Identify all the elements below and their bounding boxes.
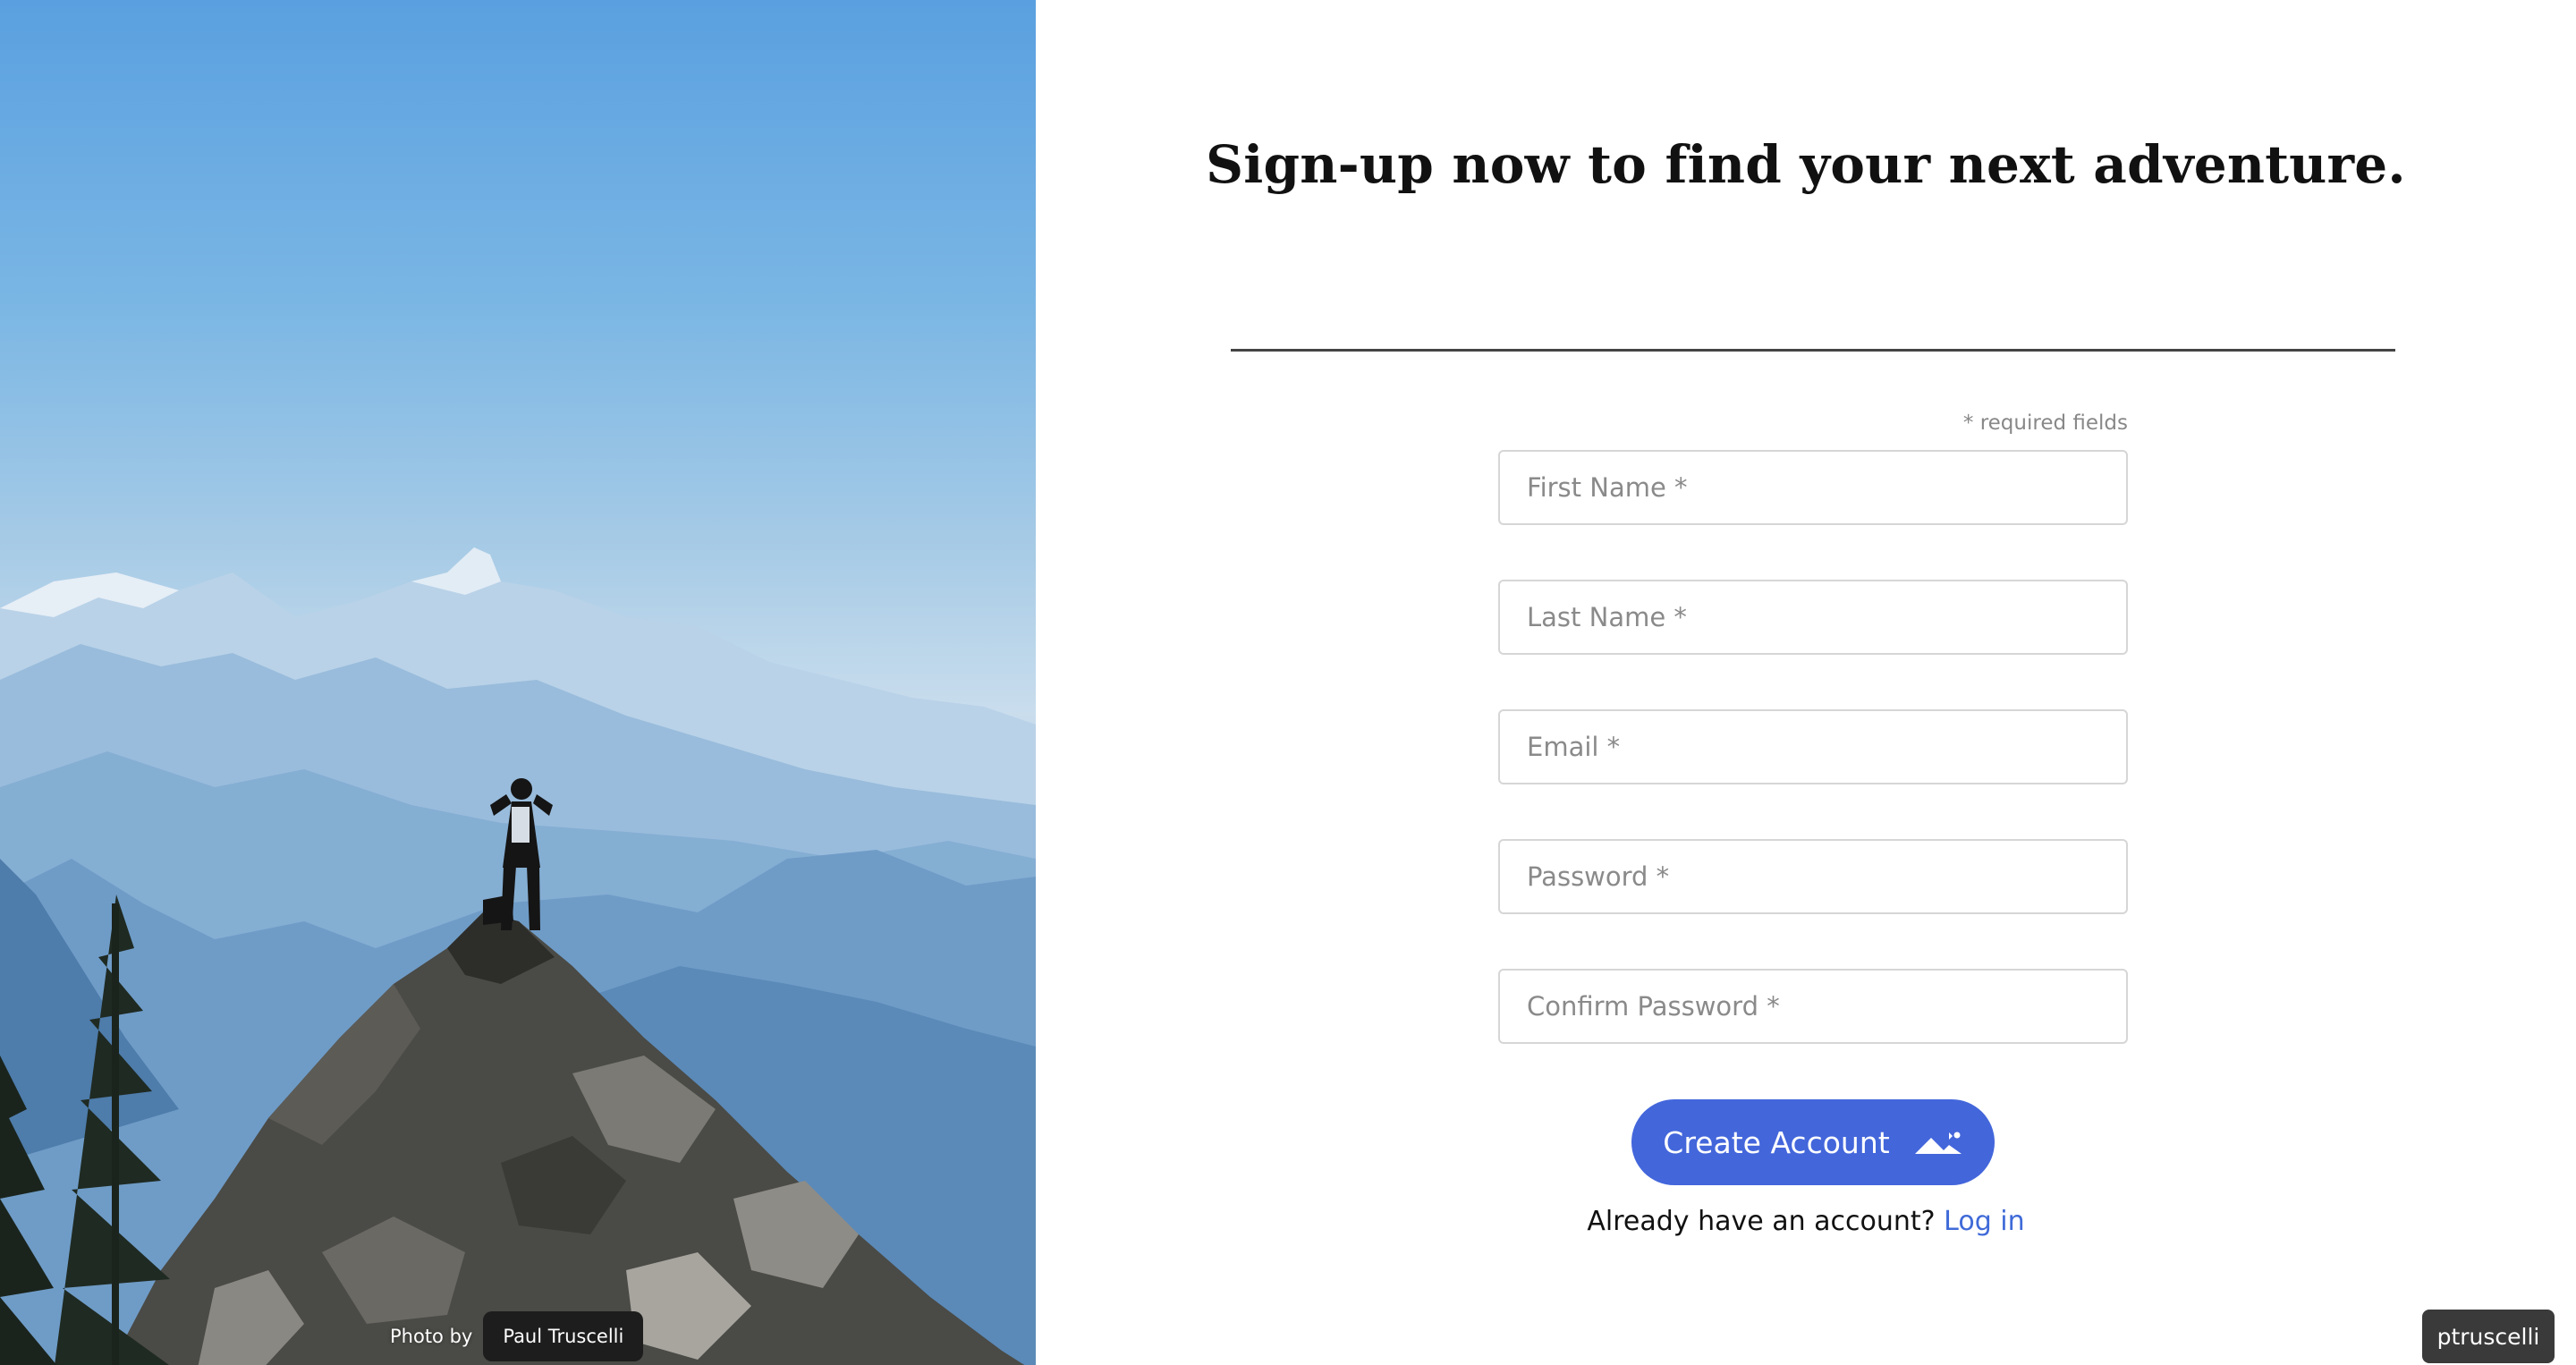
last-name-input[interactable]	[1498, 580, 2128, 655]
user-badge[interactable]: ptruscelli	[2422, 1310, 2555, 1363]
title-divider	[1231, 349, 2395, 352]
mountain-icon	[1914, 1132, 1962, 1154]
create-account-button[interactable]: Create Account	[1631, 1099, 1995, 1185]
photo-credit-prefix: Photo by	[390, 1326, 473, 1347]
login-prompt-line: Already have an account? Log in	[1036, 1206, 2576, 1237]
login-prompt-text: Already have an account?	[1587, 1206, 1936, 1237]
email-input[interactable]	[1498, 709, 2128, 784]
confirm-password-input[interactable]	[1498, 969, 2128, 1044]
hero-photo: Photo by Paul Truscelli	[0, 0, 1036, 1365]
page-title: Sign-up now to find your next adventure.	[1206, 134, 2406, 195]
signup-panel: Sign-up now to find your next adventure.…	[1036, 0, 2576, 1365]
photo-credit-author-link[interactable]: Paul Truscelli	[483, 1311, 644, 1361]
login-link[interactable]: Log in	[1944, 1206, 2024, 1237]
mountain-landscape-image	[0, 547, 1036, 1365]
photo-credit: Photo by Paul Truscelli	[390, 1311, 644, 1361]
create-account-label: Create Account	[1663, 1124, 1890, 1160]
signup-page: Photo by Paul Truscelli Sign-up now to f…	[0, 0, 2576, 1365]
password-input[interactable]	[1498, 839, 2128, 914]
required-fields-note: * required fields	[1962, 411, 2128, 435]
first-name-input[interactable]	[1498, 450, 2128, 525]
